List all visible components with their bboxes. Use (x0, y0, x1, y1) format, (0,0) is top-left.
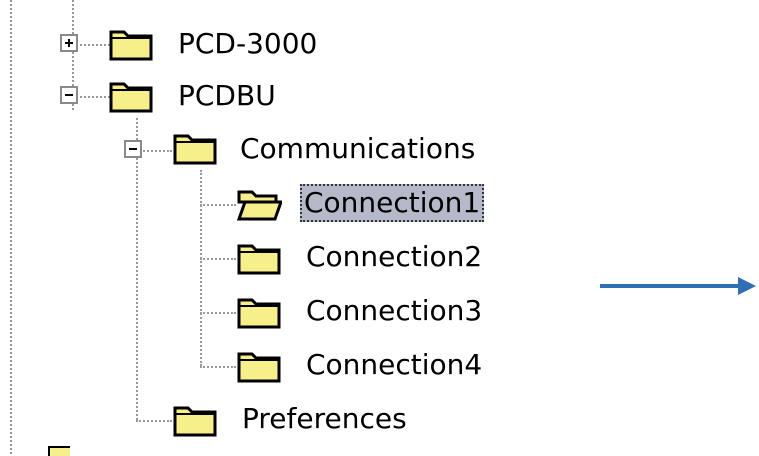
right-arrow-icon (600, 277, 756, 295)
tree-item-connection3[interactable]: Connection3 (302, 292, 486, 330)
tree-item-pcd3000[interactable]: PCD-3000 (174, 25, 321, 63)
folder-icon (173, 406, 217, 437)
tree-line-connection2 (200, 258, 236, 260)
folder-icon (237, 352, 281, 383)
collapse-pcdbu-button[interactable] (60, 86, 78, 104)
folder-icon (109, 82, 153, 113)
tree-line-connection3 (200, 312, 236, 314)
tree-item-connection4[interactable]: Connection4 (302, 346, 486, 384)
open-folder-icon (236, 190, 282, 221)
tree-line-preferences (136, 420, 172, 422)
expand-pcd3000-button[interactable] (60, 34, 78, 52)
tree-item-communications[interactable]: Communications (236, 130, 479, 168)
tree-item-connection1[interactable]: Connection1 (300, 184, 485, 222)
folder-icon (237, 298, 281, 329)
folder-icon (173, 134, 217, 165)
tree-line-communications-children (200, 170, 202, 366)
tree-item-preferences[interactable]: Preferences (238, 400, 411, 438)
tree-line-connection4 (200, 366, 236, 368)
tree-item-pcdbu[interactable]: PCDBU (174, 77, 280, 115)
tree-line-left-edge (10, 0, 12, 454)
folder-icon (237, 244, 281, 275)
tree-line-connection1 (200, 204, 236, 206)
partial-folder-icon (48, 446, 70, 456)
tree-line-pcdbu-children (136, 118, 138, 420)
folder-icon (109, 30, 153, 61)
collapse-communications-button[interactable] (124, 140, 142, 158)
tree-item-connection2[interactable]: Connection2 (302, 238, 486, 276)
